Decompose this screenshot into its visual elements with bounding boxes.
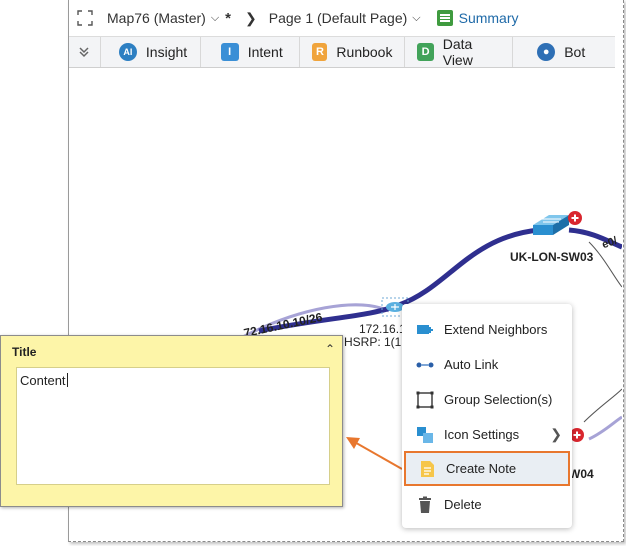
auto-link-icon <box>416 362 434 367</box>
alert-badge-icon <box>570 428 584 442</box>
chevron-down-icon: ⌵ <box>412 11 421 24</box>
menu-label: Delete <box>444 497 482 512</box>
data-view-d-icon: D <box>417 43 434 61</box>
runbook-r-icon: R <box>312 43 328 61</box>
unsaved-indicator: * <box>225 9 231 27</box>
chevron-up-icon[interactable]: ⌃ <box>325 342 335 356</box>
sw04-link <box>588 415 622 441</box>
data-view-button[interactable]: D Data View <box>405 36 514 68</box>
summary-label: Summary <box>458 10 519 26</box>
expand-icon[interactable] <box>77 10 93 26</box>
menu-label: Auto Link <box>444 357 499 372</box>
intent-label: Intent <box>247 44 283 60</box>
data-view-label: Data View <box>442 36 473 68</box>
note-title[interactable]: Title <box>12 345 36 359</box>
runbook-label: Runbook <box>336 44 393 60</box>
menu-label: Extend Neighbors <box>444 322 548 337</box>
switch-icon[interactable] <box>533 215 569 235</box>
note-popup: Title ⌃ Content <box>0 335 343 507</box>
menu-item-group-selection[interactable]: Group Selection(s) <box>402 382 572 417</box>
chevron-down-icon: ⌵ <box>210 11 220 24</box>
menu-item-create-note[interactable]: Create Note <box>404 451 570 486</box>
menu-item-extend-neighbors[interactable]: Extend Neighbors <box>402 312 572 347</box>
note-icon <box>421 460 434 477</box>
callout-arrow <box>350 439 403 470</box>
menu-item-delete[interactable]: Delete <box>402 487 572 522</box>
chevron-right-icon: ❯ <box>550 426 562 442</box>
device-label-sw03: UK-LON-SW03 <box>510 250 594 264</box>
insight-button[interactable]: AI Insight <box>101 37 201 67</box>
page-selector[interactable]: Page 1 (Default Page) ⌵ <box>269 10 421 26</box>
page-title: Page 1 (Default Page) <box>268 10 408 26</box>
feature-toolbar: AI Insight I Intent R Runbook D Data Vie… <box>69 36 615 68</box>
insight-label: Insight <box>145 44 188 60</box>
context-menu: Extend Neighbors Auto Link Group Selecti… <box>402 304 572 528</box>
map-title: Map76 (Master) <box>107 10 206 26</box>
intent-button[interactable]: I Intent <box>201 37 301 67</box>
device-label-sw04: W04 <box>569 467 594 481</box>
group-selection-icon <box>416 391 434 408</box>
collapse-toolbar-button[interactable] <box>69 37 101 67</box>
double-chevron-down-icon <box>79 47 89 58</box>
menu-item-auto-link[interactable]: Auto Link <box>402 347 572 382</box>
map-header: Map76 (Master) ⌵ * ❯ Page 1 (Default Pag… <box>69 0 615 36</box>
bot-label: Bot <box>564 44 586 60</box>
bot-icon: ● <box>537 43 556 61</box>
chevron-right-icon: ❯ <box>245 9 257 26</box>
note-content-text: Content <box>20 373 66 388</box>
menu-label: Group Selection(s) <box>444 392 553 407</box>
intent-i-icon: I <box>220 43 239 61</box>
extend-neighbors-icon <box>417 324 433 334</box>
alert-badge-icon <box>568 211 582 225</box>
note-content-field[interactable]: Content <box>16 367 330 485</box>
menu-label: Create Note <box>446 461 517 476</box>
menu-label: Icon Settings <box>444 427 520 442</box>
router-ip-label: 172.16.1 <box>359 322 406 336</box>
icon-settings-icon <box>417 426 433 443</box>
sw04-link-thin <box>583 388 622 423</box>
summary-button[interactable]: Summary <box>421 10 519 26</box>
runbook-button[interactable]: R Runbook <box>300 37 406 67</box>
bot-button[interactable]: ● Bot <box>513 37 615 67</box>
text-cursor <box>66 373 68 387</box>
menu-item-icon-settings[interactable]: Icon Settings ❯ <box>402 417 572 452</box>
insight-ai-icon: AI <box>118 43 137 61</box>
trash-icon <box>419 496 431 513</box>
summary-icon <box>436 10 453 26</box>
map-selector[interactable]: Map76 (Master) ⌵ <box>107 10 219 26</box>
